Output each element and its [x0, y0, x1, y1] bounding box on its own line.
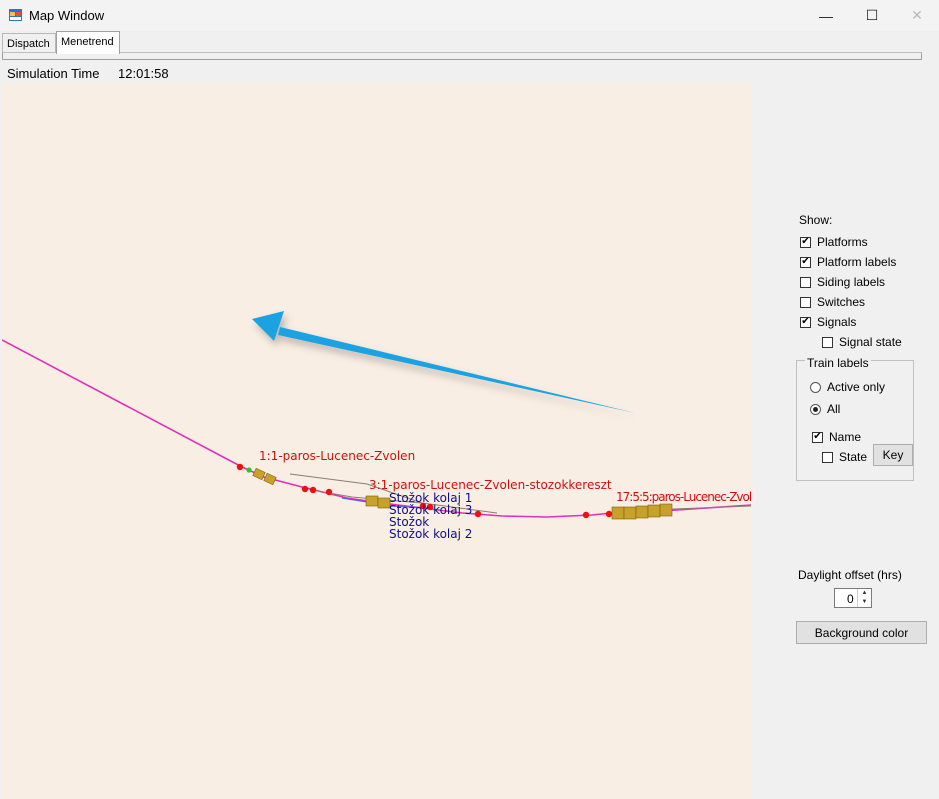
tab-menetrend[interactable]: Menetrend: [56, 31, 120, 54]
train-labels-title: Train labels: [805, 356, 871, 370]
checkbox-label: Platforms: [817, 235, 868, 249]
platform: [611, 506, 625, 520]
signal: [301, 485, 309, 493]
platform: [623, 506, 637, 520]
signal: [236, 463, 244, 471]
name-checkbox[interactable]: ✔ Name: [812, 430, 861, 444]
platform: [647, 504, 661, 518]
checkbox-unchecked-icon: [800, 276, 811, 288]
background-color-button[interactable]: Background color: [796, 621, 927, 644]
signal: [474, 510, 482, 518]
map-drawing: [2, 311, 751, 520]
platforms-checkbox[interactable]: ✔ Platforms: [800, 235, 868, 249]
simulation-time-label: Simulation Time: [7, 66, 100, 81]
signals-checkbox[interactable]: ✔ Signals: [800, 315, 856, 329]
signal-green: [246, 467, 252, 473]
siding-labels-checkbox[interactable]: Siding labels: [800, 275, 885, 289]
checkbox-label: Name: [829, 430, 862, 444]
tab-dispatch[interactable]: Dispatch: [2, 33, 56, 53]
tab-strip: Dispatch Menetrend: [0, 31, 939, 54]
signal: [582, 511, 590, 519]
radio-unselected-icon: [810, 381, 821, 393]
signal-state-checkbox[interactable]: Signal state: [822, 335, 902, 349]
checkbox-checked-icon: ✔: [812, 431, 823, 443]
checkbox-label: Siding labels: [817, 275, 886, 289]
checkbox-label: Switches: [817, 295, 866, 309]
checkbox-label: State: [839, 450, 868, 464]
platform: [263, 472, 277, 486]
signal: [325, 488, 333, 496]
radio-label: Active only: [827, 380, 886, 394]
platform-label: 1:1-paros-Lucenec-Zvolen: [259, 449, 416, 463]
daylight-offset-value: 0: [847, 592, 854, 606]
platform: [365, 495, 379, 507]
tab-page-frame: [2, 52, 922, 60]
map-canvas[interactable]: 1:1-paros-Lucenec-Zvolen 3:1-paros-Lucen…: [2, 83, 751, 799]
checkbox-checked-icon: ✔: [800, 316, 811, 328]
platform: [659, 503, 673, 517]
state-checkbox[interactable]: State: [822, 450, 867, 464]
signal: [309, 486, 317, 494]
active-only-radio[interactable]: Active only: [810, 380, 885, 394]
siding-label: Stožok kolaj 2: [389, 527, 473, 541]
radio-selected-icon: [810, 403, 821, 415]
platform: [635, 505, 649, 519]
checkbox-unchecked-icon: [822, 451, 833, 463]
checkbox-checked-icon: ✔: [800, 256, 811, 268]
daylight-offset-label: Daylight offset (hrs): [798, 568, 902, 582]
daylight-offset-spinner[interactable]: 0 ▲ ▼: [834, 588, 872, 608]
maximize-button[interactable]: ☐: [849, 0, 895, 31]
window-title: Map Window: [29, 8, 105, 23]
platform: [252, 467, 266, 481]
checkbox-unchecked-icon: [822, 336, 833, 348]
close-button[interactable]: ✕: [894, 0, 939, 31]
title-bar: Map Window — ☐ ✕: [0, 0, 939, 31]
switches-checkbox[interactable]: Switches: [800, 295, 865, 309]
all-radio[interactable]: All: [810, 402, 840, 416]
checkbox-label: Platform labels: [817, 255, 897, 269]
spinner-arrows-icon[interactable]: ▲ ▼: [857, 589, 871, 607]
checkbox-checked-icon: ✔: [800, 236, 811, 248]
app-icon: [9, 9, 22, 21]
platform-label: 17:5:5:paros-Lucenec-Zvolen: [616, 491, 751, 504]
checkbox-label: Signals: [817, 315, 857, 329]
checkbox-label: Signal state: [839, 335, 902, 349]
platform-labels-checkbox[interactable]: ✔ Platform labels: [800, 255, 896, 269]
minimize-button[interactable]: —: [803, 0, 849, 31]
signal: [605, 510, 613, 518]
radio-label: All: [827, 402, 841, 416]
show-label: Show:: [799, 213, 833, 227]
annotation-arrow: [252, 311, 635, 413]
key-button[interactable]: Key: [873, 444, 913, 466]
simulation-time-value: 12:01:58: [118, 66, 169, 81]
checkbox-unchecked-icon: [800, 296, 811, 308]
